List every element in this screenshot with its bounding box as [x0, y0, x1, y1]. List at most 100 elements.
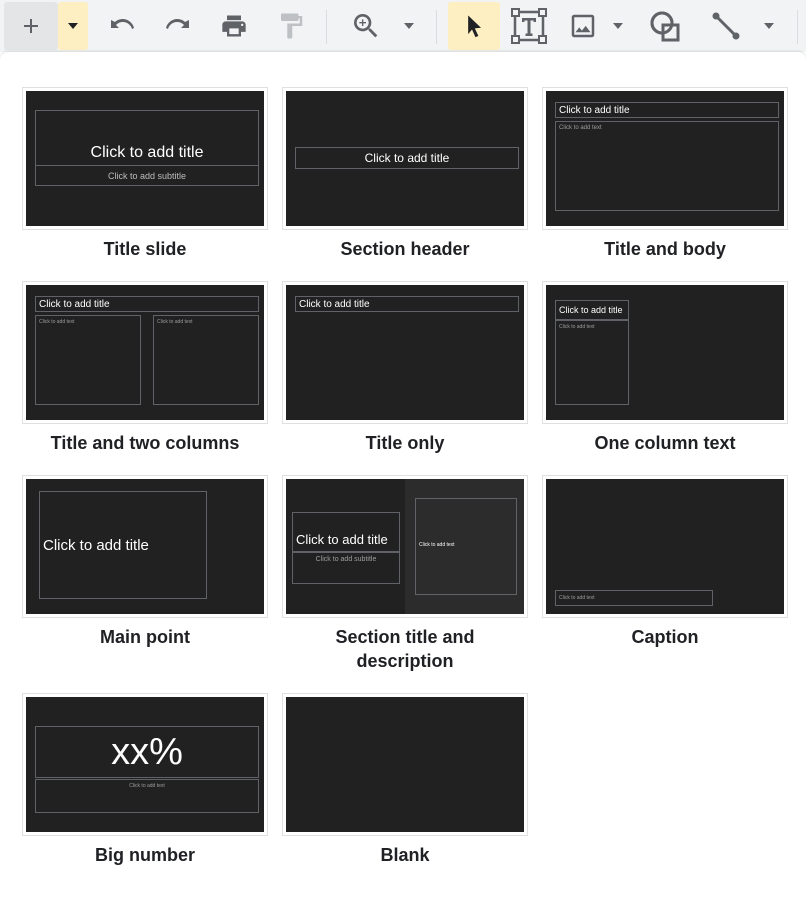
column-placeholder-text: Click to add text [157, 319, 193, 325]
title-placeholder-text: Click to add title [90, 144, 204, 161]
layout-label: Title and body [604, 239, 726, 259]
shape-icon [650, 11, 680, 42]
title-placeholder-text: Click to add title [559, 104, 630, 116]
image-icon [571, 14, 595, 38]
layout-label: Blank [380, 845, 430, 865]
subtitle-placeholder: Click to add subtitle [35, 165, 259, 186]
line-dropdown-button[interactable] [754, 2, 784, 50]
layout-picker-panel: Click to add title Click to add subtitle… [0, 52, 806, 904]
layout-card-one-column-text[interactable]: Click to add title Click to add text [542, 281, 788, 424]
layout-label: Title and two columns [50, 433, 240, 453]
body-placeholder-text: Click to add text [559, 324, 595, 330]
layout-label: Title only [365, 433, 445, 453]
insert-image-button[interactable] [562, 2, 604, 50]
layout-thumbnail: Click to add text [546, 479, 784, 614]
layout-thumbnail: Click to add title Click to add text Cli… [26, 285, 264, 420]
new-slide-button[interactable] [4, 2, 58, 50]
title-placeholder: Click to add title [555, 300, 629, 320]
layout-thumbnail: Click to add title [26, 479, 264, 614]
text-box-button[interactable] [506, 2, 552, 50]
layout-card-title-and-two-columns[interactable]: Click to add title Click to add text Cli… [22, 281, 268, 424]
image-dropdown-icon [613, 23, 623, 29]
layout-thumbnail: Click to add title Click to add text [546, 91, 784, 226]
text-box-icon [511, 8, 547, 44]
body-placeholder-text: Click to add text [559, 125, 602, 131]
layout-thumbnail: Click to add title Click to add text [546, 285, 784, 420]
toolbar [0, 0, 806, 52]
body-placeholder: Click to add text [35, 779, 259, 813]
layout-label: One column text [594, 433, 736, 453]
layout-label: Section title and description [335, 627, 475, 671]
subtitle-placeholder-text: Click to add subtitle [315, 556, 377, 563]
layout-thumbnail: xx% Click to add text [26, 697, 264, 832]
title-placeholder-text: Click to add title [364, 151, 450, 165]
layout-label: Big number [94, 845, 195, 865]
title-placeholder-text: Click to add title [296, 532, 388, 547]
print-button[interactable] [212, 2, 256, 50]
layout-thumbnail [286, 697, 524, 832]
toolbar-separator [326, 10, 327, 44]
redo-icon [166, 19, 189, 29]
layout-thumbnail: Click to add title Click to add subtitle [26, 91, 264, 226]
redo-button[interactable] [156, 2, 200, 50]
title-placeholder-text: Click to add title [43, 536, 149, 554]
layout-card-section-header[interactable]: Click to add title [282, 87, 528, 230]
caption-placeholder: Click to add text [555, 590, 713, 606]
layout-thumbnail: Click to add title [286, 285, 524, 420]
title-placeholder: Click to add title [555, 102, 779, 118]
title-placeholder: Click to add title [295, 147, 519, 169]
body-placeholder: Click to add text [415, 498, 517, 595]
shape-button[interactable] [642, 2, 688, 50]
layout-card-title-and-body[interactable]: Click to add title Click to add text [542, 87, 788, 230]
layout-card-section-title-and-description[interactable]: Click to add title Click to add subtitle… [282, 475, 528, 618]
undo-button[interactable] [100, 2, 144, 50]
dropdown-arrow-icon [68, 23, 78, 29]
left-column-placeholder: Click to add text [35, 315, 141, 405]
layout-card-big-number[interactable]: xx% Click to add text [22, 693, 268, 836]
body-placeholder-text: Click to add text [419, 542, 455, 548]
layout-card-blank[interactable] [282, 693, 528, 836]
paint-format-button[interactable] [268, 2, 314, 50]
plus-icon [24, 19, 38, 33]
print-icon [222, 15, 246, 37]
layout-label: Main point [100, 627, 190, 647]
cursor-icon [468, 15, 481, 38]
subtitle-placeholder-text: Click to add subtitle [107, 170, 187, 181]
select-tool-button[interactable] [448, 2, 500, 50]
body-placeholder: Click to add text [555, 121, 779, 211]
line-dropdown-icon [764, 23, 774, 29]
title-placeholder: Click to add title [39, 491, 207, 599]
zoom-in-icon [354, 14, 378, 38]
layout-card-main-point[interactable]: Click to add title [22, 475, 268, 618]
big-number-placeholder: xx% [35, 726, 259, 778]
layout-card-title-only[interactable]: Click to add title [282, 281, 528, 424]
title-placeholder-text: Click to add title [39, 298, 110, 310]
zoom-dropdown-icon [404, 23, 414, 29]
insert-image-dropdown[interactable] [604, 2, 632, 50]
toolbar-separator [797, 10, 798, 44]
layout-label: Section header [340, 239, 470, 259]
line-button[interactable] [702, 2, 750, 50]
layout-label: Caption [631, 627, 699, 647]
body-placeholder: Click to add text [555, 320, 629, 405]
title-placeholder: Click to add title [35, 296, 259, 312]
column-placeholder-text: Click to add text [39, 319, 75, 325]
big-number-placeholder-text: xx% [111, 730, 183, 773]
caption-placeholder-text: Click to add text [559, 595, 595, 601]
layout-card-caption[interactable]: Click to add text [542, 475, 788, 618]
title-placeholder: Click to add title [35, 110, 259, 166]
right-column-placeholder: Click to add text [153, 315, 259, 405]
title-placeholder-text: Click to add title [559, 305, 623, 315]
title-placeholder: Click to add title [295, 296, 519, 312]
layout-thumbnail: Click to add title Click to add subtitle… [286, 479, 524, 614]
title-placeholder-text: Click to add title [299, 298, 370, 310]
zoom-dropdown-button[interactable] [394, 2, 424, 50]
zoom-button[interactable] [342, 2, 390, 50]
new-slide-layout-dropdown[interactable] [58, 2, 88, 50]
layout-card-title-slide[interactable]: Click to add title Click to add subtitle [22, 87, 268, 230]
layout-thumbnail: Click to add title [286, 91, 524, 226]
line-icon [712, 12, 740, 40]
undo-icon [111, 19, 134, 29]
layout-label: Title slide [103, 239, 187, 259]
toolbar-separator [436, 10, 437, 44]
